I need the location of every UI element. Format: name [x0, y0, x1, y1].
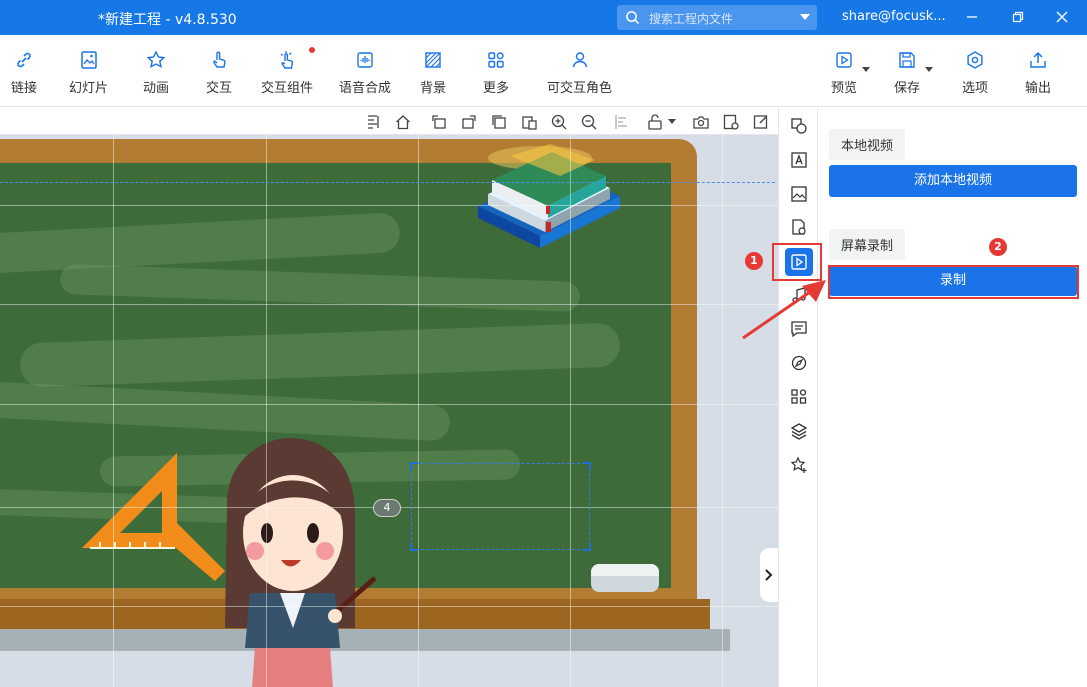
chevron-right-icon	[765, 569, 773, 581]
toolbar-export-button[interactable]: 输出	[1025, 50, 1051, 96]
options-gear-icon	[967, 51, 983, 69]
star-plus-icon[interactable]	[790, 456, 808, 474]
rotate-right-icon[interactable]	[460, 113, 478, 131]
align-left-icon[interactable]	[613, 113, 631, 131]
triangle-ruler-illustration	[82, 453, 225, 581]
shape-icon[interactable]	[790, 117, 808, 135]
save-dropdown-icon[interactable]	[925, 67, 934, 72]
minimize-icon[interactable]	[960, 6, 984, 28]
search-placeholder: 搜索工程内文件	[649, 12, 734, 26]
highlight-box-record	[828, 265, 1079, 299]
eraser-illustration	[591, 564, 659, 592]
file-icon[interactable]	[790, 218, 808, 236]
widgets-icon[interactable]	[790, 388, 808, 406]
local-video-label: 本地视频	[829, 129, 906, 160]
selected-frame[interactable]	[410, 462, 591, 551]
background-icon	[425, 52, 441, 68]
search-box[interactable]: 搜索工程内文件	[617, 5, 817, 30]
user-account[interactable]: share@focusk...	[842, 9, 946, 24]
toolbar-interaction-button[interactable]: 交互	[206, 50, 232, 96]
app-title: *新建工程 - v4.8.530	[98, 12, 237, 28]
toolbar-link-button[interactable]: 链接	[11, 50, 37, 96]
step-1-badge: 1	[745, 252, 763, 270]
step-2-badge: 2	[989, 238, 1007, 256]
restore-icon[interactable]	[1006, 6, 1030, 28]
video-panel: 本地视频 添加本地视频 屏幕录制 录制	[819, 108, 1087, 687]
add-local-video-button[interactable]: 添加本地视频	[829, 165, 1077, 197]
export-upload-icon	[1030, 51, 1046, 68]
voice-synthesis-icon	[357, 52, 373, 68]
title-bar: *新建工程 - v4.8.530 搜索工程内文件 share@focusk...	[0, 0, 1087, 35]
toolbar-animation-button[interactable]: 动画	[143, 50, 169, 96]
close-icon[interactable]	[1050, 6, 1074, 28]
copy-icon[interactable]	[490, 113, 508, 131]
screen-record-label: 屏幕录制	[829, 229, 906, 260]
more-grid-icon	[488, 52, 504, 68]
search-dropdown-icon[interactable]	[800, 14, 810, 20]
zoom-out-icon[interactable]	[580, 113, 598, 131]
layers-icon[interactable]	[790, 422, 808, 440]
arrow-annotation	[742, 280, 826, 340]
books-illustration	[478, 144, 620, 248]
preview-dropdown-icon[interactable]	[862, 67, 871, 72]
zoom-in-icon[interactable]	[550, 113, 568, 131]
toolbar-save-button[interactable]: 保存	[894, 50, 934, 96]
frame-list-icon[interactable]	[365, 113, 383, 131]
toolbar-interactive-character-button[interactable]: 可交互角色	[547, 50, 612, 96]
toolbar-background-button[interactable]: 背景	[420, 50, 446, 96]
home-icon[interactable]	[394, 113, 412, 131]
preview-play-icon	[836, 52, 852, 68]
frame-number-badge[interactable]: 4	[373, 499, 401, 517]
camera-icon[interactable]	[692, 113, 710, 131]
image-icon[interactable]	[790, 185, 808, 203]
teacher-character-illustration	[225, 438, 377, 687]
expand-panel-tab[interactable]	[760, 548, 778, 602]
paste-icon[interactable]	[520, 113, 538, 131]
settings-frame-icon[interactable]	[722, 113, 740, 131]
star-animation-icon	[146, 50, 166, 69]
link-icon	[17, 52, 31, 68]
slides-icon	[80, 51, 97, 69]
canvas-subtoolbar	[0, 108, 778, 135]
hand-pointer-icon	[213, 51, 226, 68]
toolbar-preview-button[interactable]: 预览	[831, 50, 871, 96]
alignment-guide	[0, 182, 775, 183]
save-disk-icon	[899, 52, 915, 68]
toolbar-options-button[interactable]: 选项	[962, 50, 988, 96]
text-icon[interactable]	[790, 151, 808, 169]
toolbar-interactive-component-button[interactable]: 交互组件	[261, 47, 316, 96]
compass-icon[interactable]	[790, 354, 808, 372]
notification-dot	[309, 47, 316, 53]
rotate-left-icon[interactable]	[430, 113, 448, 131]
edit-icon[interactable]	[752, 113, 770, 131]
interactive-character-icon	[572, 52, 587, 68]
toolbar-voice-synthesis-button[interactable]: 语音合成	[339, 50, 391, 96]
side-icon-bar	[778, 108, 818, 687]
toolbar-slides-button[interactable]: 幻灯片	[69, 50, 108, 96]
interactive-component-icon	[280, 51, 294, 69]
lock-dropdown-icon[interactable]	[668, 119, 676, 124]
search-icon	[626, 11, 640, 25]
main-toolbar: 链接 幻灯片 动画 交互 交互组件 语音合成 背景 更多 可交互角色 预览 保存…	[0, 35, 1087, 107]
canvas-area[interactable]: 4	[0, 108, 778, 687]
toolbar-more-button[interactable]: 更多	[483, 50, 509, 96]
lock-icon[interactable]	[646, 113, 664, 131]
